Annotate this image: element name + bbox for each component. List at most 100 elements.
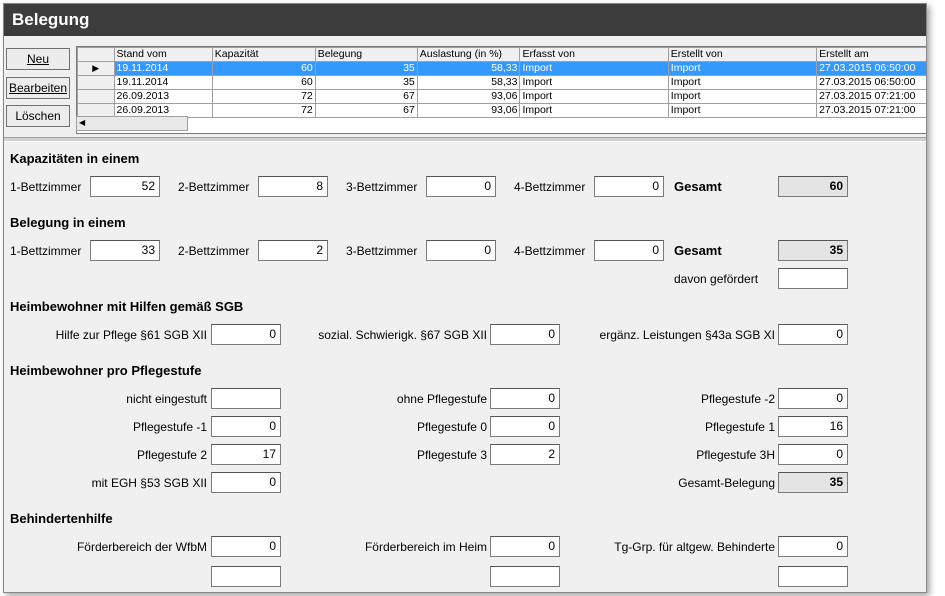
nicht-eingestuft-field[interactable] xyxy=(211,388,281,409)
cell-kapazitaet: 60 xyxy=(211,61,316,76)
bel-gesamt-label: Gesamt xyxy=(674,243,722,258)
next-row-field[interactable] xyxy=(211,566,281,587)
foerderbereich-heim-label: Förderbereich im Heim xyxy=(364,540,487,554)
cell-erstellt-am: 27.03.2015 07:21:00 xyxy=(816,103,926,118)
foerderbereich-heim-field[interactable]: 0 xyxy=(490,536,560,557)
hilfe-pflege-label: Hilfe zur Pflege §61 SGB XII xyxy=(55,328,207,342)
kap-3bett-label: 3-Bettzimmer xyxy=(346,180,418,194)
grid-horizontal-scrollbar[interactable]: ◀ xyxy=(76,116,188,131)
hilfe-pflege-field[interactable]: 0 xyxy=(211,324,281,345)
pflegestufe-2-field[interactable]: 17 xyxy=(211,444,281,465)
kap-2bett-field[interactable]: 8 xyxy=(258,176,328,197)
table-row[interactable]: 26.09.2013 72 67 93,06 Import Import 27.… xyxy=(77,89,926,104)
bel-2bett-field[interactable]: 2 xyxy=(258,240,328,261)
belegung-window: Belegung Neu Bearbeiten Löschen Stand vo… xyxy=(3,3,927,593)
cell-stand-vom: 26.09.2013 xyxy=(113,89,213,104)
kap-4bett-field[interactable]: 0 xyxy=(594,176,664,197)
ohne-pflegestufe-label: ohne Pflegestufe xyxy=(396,392,487,406)
splitter[interactable] xyxy=(4,137,926,142)
kap-3bett-field[interactable]: 0 xyxy=(426,176,496,197)
col-header-auslastung[interactable]: Auslastung (in %) xyxy=(416,47,521,62)
col-header-stand-vom[interactable]: Stand vom xyxy=(113,47,213,62)
cell-kapazitaet: 60 xyxy=(211,75,316,90)
table-row[interactable]: 26.09.2013 72 67 93,06 Import Import 27.… xyxy=(77,103,926,118)
cell-erfasst-von: Import xyxy=(519,103,669,118)
ergaenz-leistungen-field[interactable]: 0 xyxy=(778,324,848,345)
cell-auslastung: 58,33 xyxy=(416,61,521,76)
cell-stand-vom: 19.11.2014 xyxy=(113,75,213,90)
table-row[interactable]: ▶ 19.11.2014 60 35 58,33 Import Import 2… xyxy=(77,61,926,76)
loeschen-button-label: Löschen xyxy=(15,109,61,123)
bel-1bett-field[interactable]: 33 xyxy=(90,240,160,261)
belegung-grid[interactable]: Stand vom Kapazität Belegung Auslastung … xyxy=(76,46,926,134)
col-header-belegung[interactable]: Belegung xyxy=(314,47,418,62)
col-header-erstellt-am[interactable]: Erstellt am xyxy=(816,47,926,62)
kap-1bett-label: 1-Bettzimmer xyxy=(10,180,82,194)
pflegestufe-minus2-field[interactable]: 0 xyxy=(778,388,848,409)
scroll-left-icon[interactable]: ◀ xyxy=(79,118,85,127)
pflegestufe-1-label: Pflegestufe 1 xyxy=(704,420,775,434)
pflegestufe-minus1-field[interactable]: 0 xyxy=(211,416,281,437)
cell-erstellt-am: 27.03.2015 06:50:00 xyxy=(816,61,926,76)
cell-belegung: 35 xyxy=(314,61,418,76)
foerderbereich-wfbm-field[interactable]: 0 xyxy=(211,536,281,557)
neu-button[interactable]: Neu xyxy=(6,48,70,70)
egh-field[interactable]: 0 xyxy=(211,472,281,493)
pflegestufe-1-field[interactable]: 16 xyxy=(778,416,848,437)
col-header-erfasst-von[interactable]: Erfasst von xyxy=(519,47,669,62)
behindertenhilfe-heading: Behindertenhilfe xyxy=(10,511,113,526)
cell-belegung: 67 xyxy=(314,103,418,118)
cell-erfasst-von: Import xyxy=(519,89,669,104)
table-row[interactable]: 19.11.2014 60 35 58,33 Import Import 27.… xyxy=(77,75,926,90)
tg-grp-label: Tg-Grp. für altgew. Behinderte xyxy=(614,540,775,554)
pflegestufe-0-field[interactable]: 0 xyxy=(490,416,560,437)
belegung-heading: Belegung in einem xyxy=(10,215,126,230)
pflegestufe-minus1-label: Pflegestufe -1 xyxy=(132,420,207,434)
cell-erstellt-von: Import xyxy=(667,89,818,104)
kap-gesamt-label: Gesamt xyxy=(674,179,722,194)
gefoerdert-label: davon gefördert xyxy=(674,272,759,286)
col-header-kapazitaet[interactable]: Kapazität xyxy=(211,47,316,62)
loeschen-button[interactable]: Löschen xyxy=(6,105,70,127)
nicht-eingestuft-label: nicht eingestuft xyxy=(126,392,207,406)
tg-grp-field[interactable]: 0 xyxy=(778,536,848,557)
cell-belegung: 35 xyxy=(314,75,418,90)
kap-1bett-field[interactable]: 52 xyxy=(90,176,160,197)
pflegestufe-heading: Heimbewohner pro Pflegestufe xyxy=(10,363,202,378)
sozial-schwierigk-label: sozial. Schwierigk. §67 SGB XII xyxy=(318,328,487,342)
ohne-pflegestufe-field[interactable]: 0 xyxy=(490,388,560,409)
pflegestufe-3h-label: Pflegestufe 3H xyxy=(696,448,775,462)
bel-gesamt-field: 35 xyxy=(778,240,848,261)
next-row-field[interactable] xyxy=(490,566,560,587)
bel-4bett-label: 4-Bettzimmer xyxy=(514,244,586,258)
window-title: Belegung xyxy=(4,4,926,36)
kap-2bett-label: 2-Bettzimmer xyxy=(178,180,250,194)
pflegestufe-3-field[interactable]: 2 xyxy=(490,444,560,465)
next-row-field[interactable] xyxy=(778,566,848,587)
gefoerdert-field[interactable] xyxy=(778,268,848,289)
sozial-schwierigk-field[interactable]: 0 xyxy=(490,324,560,345)
col-header-erstellt-von[interactable]: Erstellt von xyxy=(667,47,818,62)
row-selector-icon: ▶ xyxy=(77,61,115,76)
bel-2bett-label: 2-Bettzimmer xyxy=(178,244,250,258)
cell-auslastung: 58,33 xyxy=(416,75,521,90)
hilfen-heading: Heimbewohner mit Hilfen gemäß SGB xyxy=(10,299,244,314)
cell-kapazitaet: 72 xyxy=(211,89,316,104)
pflegestufe-0-label: Pflegestufe 0 xyxy=(416,420,487,434)
pflegestufe-2-label: Pflegestufe 2 xyxy=(136,448,207,462)
neu-button-label: Neu xyxy=(26,52,49,66)
cell-stand-vom: 19.11.2014 xyxy=(113,61,213,76)
gesamt-belegung-label: Gesamt-Belegung xyxy=(678,476,775,490)
kap-4bett-label: 4-Bettzimmer xyxy=(514,180,586,194)
cell-erstellt-von: Import xyxy=(667,103,818,118)
cell-erstellt-von: Import xyxy=(667,61,818,76)
bel-3bett-field[interactable]: 0 xyxy=(426,240,496,261)
cell-erstellt-von: Import xyxy=(667,75,818,90)
row-selector xyxy=(77,75,115,90)
bearbeiten-button[interactable]: Bearbeiten xyxy=(6,77,70,99)
pflegestufe-3h-field[interactable]: 0 xyxy=(778,444,848,465)
bel-1bett-label: 1-Bettzimmer xyxy=(10,244,82,258)
pflegestufe-3-label: Pflegestufe 3 xyxy=(416,448,487,462)
bel-4bett-field[interactable]: 0 xyxy=(594,240,664,261)
ergaenz-leistungen-label: ergänz. Leistungen §43a SGB XI xyxy=(599,328,775,342)
